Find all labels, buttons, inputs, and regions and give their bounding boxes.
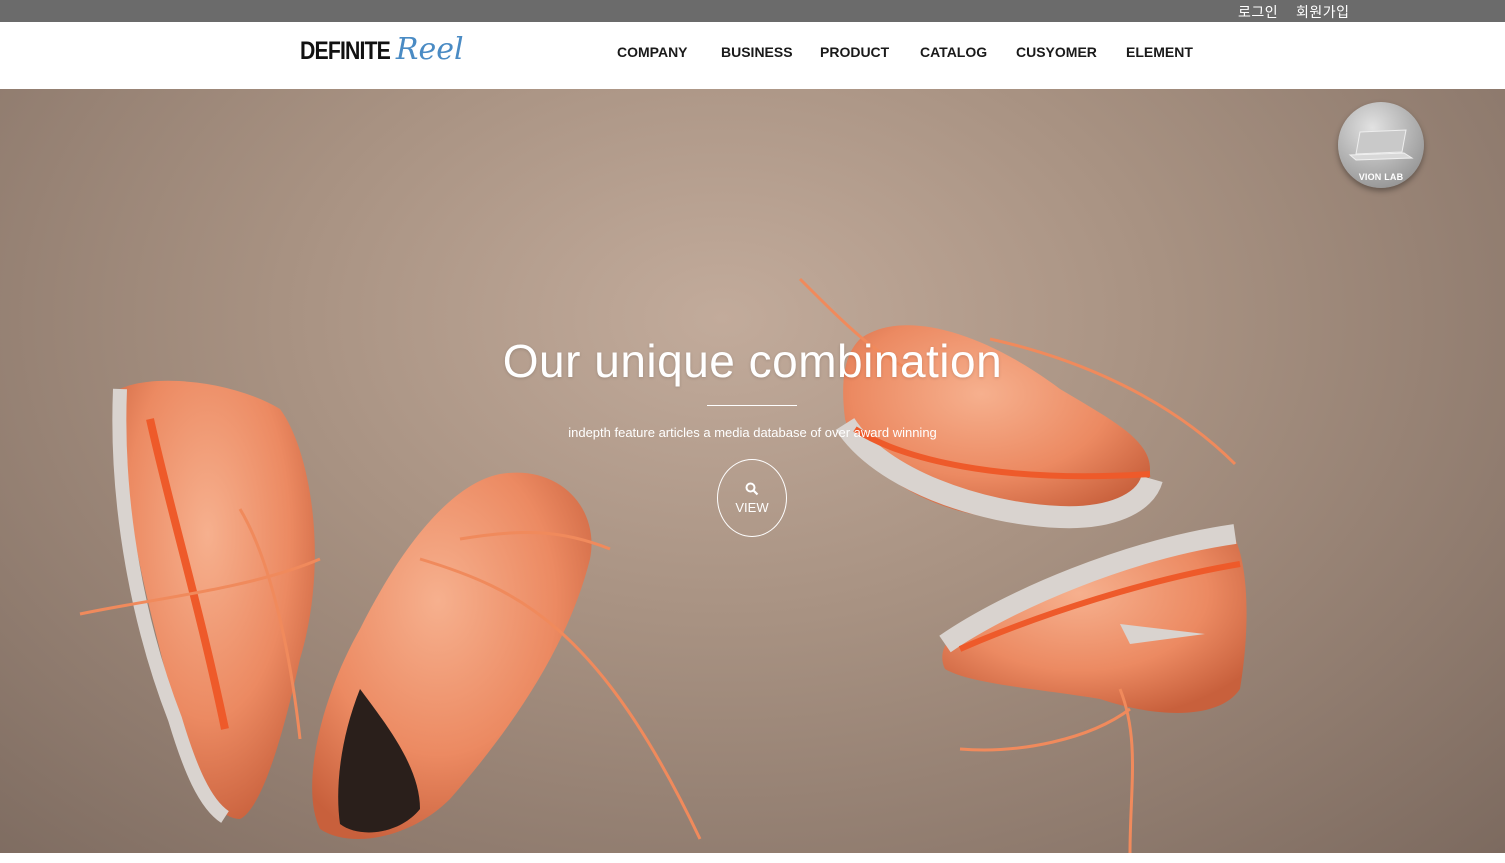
signup-link[interactable]: 회원가입 bbox=[1296, 2, 1350, 22]
logo-script: Reel bbox=[395, 32, 464, 67]
vion-lab-badge[interactable]: VION LAB bbox=[1338, 102, 1424, 188]
login-link[interactable]: 로그인 bbox=[1238, 2, 1278, 22]
shoe-right-top bbox=[798, 277, 1237, 529]
logo-wordmark: DEFINITE bbox=[300, 37, 391, 65]
hero-subtitle: indepth feature articles a media databas… bbox=[568, 425, 937, 440]
nav-item-catalog[interactable]: CATALOG bbox=[920, 44, 987, 60]
shoe-left-1 bbox=[79, 380, 321, 823]
nav-item-product[interactable]: PRODUCT bbox=[820, 44, 889, 60]
hero-title: Our unique combination bbox=[502, 335, 1003, 387]
view-button[interactable]: VIEW bbox=[717, 459, 787, 537]
site-header: DEFINITE Reel COMPANY BUSINESS PRODUCT C… bbox=[0, 22, 1505, 89]
nav-item-company[interactable]: COMPANY bbox=[617, 44, 688, 60]
hero-banner: VION LAB Our unique combination indepth … bbox=[0, 89, 1505, 853]
view-button-label: VIEW bbox=[735, 500, 769, 515]
nav-item-customer[interactable]: CUSYOMER bbox=[1016, 44, 1097, 60]
top-utility-bar: 로그인 회원가입 bbox=[0, 0, 1505, 22]
search-icon bbox=[745, 482, 759, 496]
bottom-strip bbox=[0, 853, 1505, 863]
nav-item-business[interactable]: BUSINESS bbox=[721, 44, 793, 60]
badge-label: VION LAB bbox=[1358, 172, 1404, 182]
site-logo[interactable]: DEFINITE Reel bbox=[300, 32, 464, 72]
shoe-right-bottom bbox=[939, 524, 1247, 853]
hero-divider bbox=[707, 405, 797, 406]
shoe-left-2 bbox=[312, 472, 702, 840]
laptop-icon bbox=[1348, 129, 1414, 161]
nav-item-element[interactable]: ELEMENT bbox=[1126, 44, 1193, 60]
